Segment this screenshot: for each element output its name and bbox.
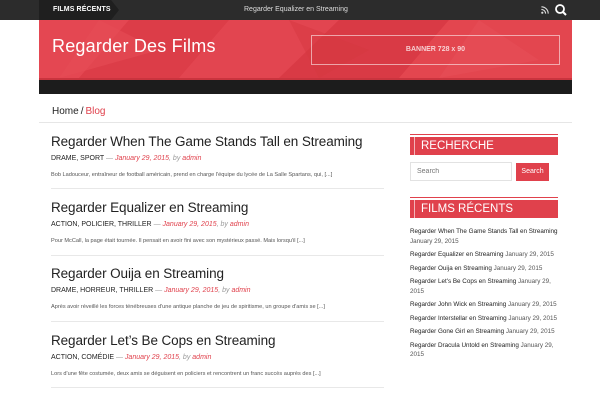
list-item: Regarder Let's Be Cops en Streaming Janu… (410, 277, 565, 296)
recent-film-link[interactable]: Regarder When The Game Stands Tall en St… (410, 228, 557, 235)
post-date[interactable]: January 29, 2015 (125, 354, 179, 361)
post-meta: DRAME, SPORT — January 29, 2015, by admi… (51, 154, 384, 163)
meta-dash: — (153, 221, 161, 228)
rss-icon[interactable] (539, 0, 551, 20)
post-item: Regarder Equalizer en Streaming ACTION, … (51, 199, 384, 245)
post-by: , by (216, 221, 228, 228)
list-item: Regarder Gone Girl en Streaming January … (410, 327, 565, 337)
post-meta: ACTION, POLICIER, THRILLER — January 29,… (51, 220, 384, 229)
top-bar: FILMS RÉCENTS Regarder Equalizer en Stre… (0, 0, 600, 20)
recent-film-link[interactable]: Regarder Ouija en Streaming (410, 265, 492, 272)
post-title[interactable]: Regarder Ouija en Streaming (51, 266, 224, 281)
post-author[interactable]: admin (230, 221, 249, 228)
post-divider (51, 321, 384, 322)
recent-film-link[interactable]: Regarder John Wick en Streaming (410, 301, 506, 308)
list-item: Regarder When The Game Stands Tall en St… (410, 227, 565, 246)
post-excerpt: Lors d'une fête costumée, deux amis se d… (51, 371, 321, 377)
search-button[interactable]: Search (516, 163, 549, 181)
post-by: , by (218, 287, 230, 294)
post-excerpt: Pour McCall, la page était tournée. Il p… (51, 238, 305, 244)
breadcrumb-home[interactable]: Home (52, 106, 79, 117)
breadcrumb-separator: / (80, 106, 84, 117)
post-author[interactable]: admin (231, 287, 250, 294)
post-title[interactable]: Regarder Equalizer en Streaming (51, 200, 248, 215)
post-categories[interactable]: ACTION, POLICIER, THRILLER (51, 221, 152, 228)
post-date[interactable]: January 29, 2015 (163, 221, 217, 228)
list-item: Regarder John Wick en Streaming January … (410, 300, 565, 310)
search-widget-title: RECHERCHE (410, 134, 558, 155)
post-title[interactable]: Regarder When The Game Stands Tall en St… (51, 134, 363, 149)
post-date[interactable]: January 29, 2015 (164, 287, 218, 294)
post-date[interactable]: January 29, 2015 (115, 155, 169, 162)
post-author[interactable]: admin (182, 155, 201, 162)
divider (39, 122, 572, 123)
list-item: Regarder Interstellar en Streaming Janua… (410, 314, 565, 324)
recent-films-list: Regarder When The Game Stands Tall en St… (410, 227, 565, 364)
post-item: Regarder Let’s Be Cops en Streaming ACTI… (51, 332, 384, 378)
recent-film-date: January 29, 2015 (493, 264, 543, 272)
recent-film-link[interactable]: Regarder Gone Girl en Streaming (410, 328, 504, 335)
recent-film-date: January 29, 2015 (410, 237, 459, 245)
banner-placeholder[interactable]: BANNER 728 x 90 (311, 35, 560, 65)
nav-strip (39, 78, 572, 94)
post-meta: ACTION, COMÉDIE — January 29, 2015, by a… (51, 353, 384, 362)
post-item: Regarder When The Game Stands Tall en St… (51, 133, 384, 179)
post-divider (51, 387, 384, 388)
list-item: Regarder Equalizer en Streaming January … (410, 250, 565, 260)
post-author[interactable]: admin (192, 354, 211, 361)
post-item: Regarder Ouija en Streaming DRAME, HORRE… (51, 265, 384, 311)
recent-film-link[interactable]: Regarder Let's Be Cops en Streaming (410, 278, 516, 285)
recent-film-link[interactable]: Regarder Dracula Untold en Streaming (410, 342, 519, 349)
recent-film-link[interactable]: Regarder Equalizer en Streaming (410, 251, 503, 258)
recent-films-widget-title: FILMS RÉCENTS (410, 197, 558, 218)
meta-dash: — (115, 354, 123, 361)
recent-films-tag: FILMS RÉCENTS (39, 0, 119, 20)
breadcrumb-current: Blog (85, 106, 106, 117)
search-input[interactable] (410, 162, 512, 181)
post-divider (51, 255, 384, 256)
recent-film-date: January 29, 2015 (505, 328, 555, 335)
list-item: Regarder Dracula Untold en Streaming Jan… (410, 341, 565, 360)
breadcrumb: Home / Blog (52, 106, 105, 117)
recent-film-date: January 29, 2015 (508, 314, 558, 322)
meta-dash: — (155, 287, 163, 294)
post-meta: DRAME, HORREUR, THRILLER — January 29, 2… (51, 286, 384, 295)
recent-film-link[interactable]: Regarder Interstellar en Streaming (410, 315, 507, 322)
recent-film-date: January 29, 2015 (508, 301, 557, 308)
post-categories[interactable]: DRAME, HORREUR, THRILLER (51, 287, 153, 294)
post-by: , by (179, 354, 191, 361)
post-divider (51, 188, 384, 189)
ticker-link[interactable]: Regarder Equalizer en Streaming (244, 0, 348, 20)
post-excerpt: Bob Ladouceur, entraîneur de football am… (51, 172, 333, 178)
post-categories[interactable]: DRAME, SPORT (51, 155, 104, 162)
post-categories[interactable]: ACTION, COMÉDIE (51, 354, 114, 361)
site-header: Regarder Des Films BANNER 728 x 90 (39, 20, 572, 78)
post-title[interactable]: Regarder Let’s Be Cops en Streaming (51, 333, 275, 348)
list-item: Regarder Ouija en Streaming January 29, … (410, 264, 565, 274)
meta-dash: — (105, 155, 113, 162)
search-icon[interactable] (553, 0, 569, 20)
recent-film-date: January 29, 2015 (505, 251, 554, 258)
post-by: , by (169, 155, 181, 162)
post-excerpt: Après avoir réveillé les forces ténébreu… (51, 304, 325, 310)
site-title[interactable]: Regarder Des Films (52, 36, 216, 57)
